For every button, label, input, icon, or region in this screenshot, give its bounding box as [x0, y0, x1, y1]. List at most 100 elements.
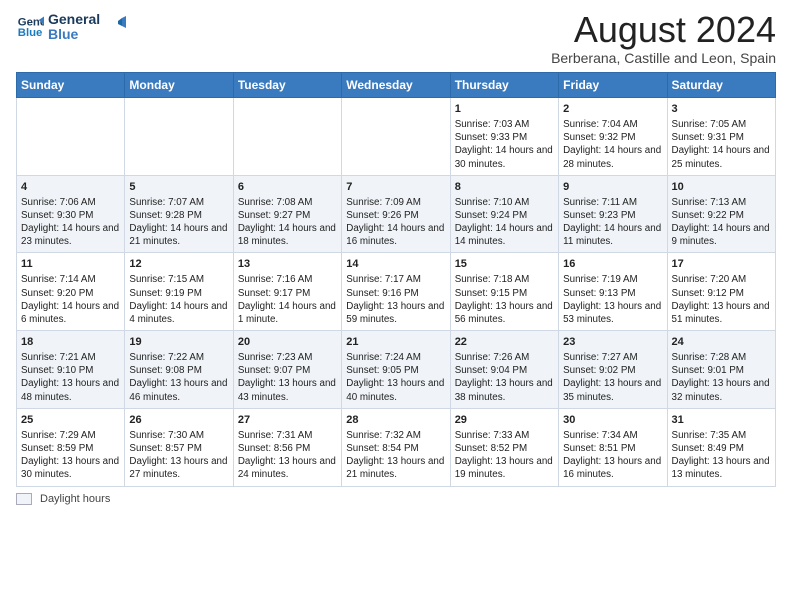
- day-number: 30: [563, 413, 662, 428]
- day-number: 12: [129, 257, 228, 272]
- legend-label: Daylight hours: [40, 493, 110, 505]
- cell-4-4: 29Sunrise: 7:33 AM Sunset: 8:52 PM Dayli…: [450, 408, 558, 486]
- cell-3-5: 23Sunrise: 7:27 AM Sunset: 9:02 PM Dayli…: [559, 331, 667, 409]
- cell-4-0: 25Sunrise: 7:29 AM Sunset: 8:59 PM Dayli…: [17, 408, 125, 486]
- cell-3-2: 20Sunrise: 7:23 AM Sunset: 9:07 PM Dayli…: [233, 331, 341, 409]
- header-friday: Friday: [559, 73, 667, 98]
- cell-text: Sunrise: 7:10 AM Sunset: 9:24 PM Dayligh…: [455, 196, 554, 249]
- week-row-1: 4Sunrise: 7:06 AM Sunset: 9:30 PM Daylig…: [17, 175, 776, 253]
- day-number: 25: [21, 413, 120, 428]
- day-number: 9: [563, 180, 662, 195]
- logo-general: General: [48, 12, 100, 27]
- header-monday: Monday: [125, 73, 233, 98]
- cell-text: Sunrise: 7:07 AM Sunset: 9:28 PM Dayligh…: [129, 196, 228, 249]
- cell-2-3: 14Sunrise: 7:17 AM Sunset: 9:16 PM Dayli…: [342, 253, 450, 331]
- cell-0-3: [342, 98, 450, 176]
- cell-1-6: 10Sunrise: 7:13 AM Sunset: 9:22 PM Dayli…: [667, 175, 775, 253]
- logo: General Blue General Blue: [16, 12, 126, 43]
- cell-2-0: 11Sunrise: 7:14 AM Sunset: 9:20 PM Dayli…: [17, 253, 125, 331]
- cell-0-6: 3Sunrise: 7:05 AM Sunset: 9:31 PM Daylig…: [667, 98, 775, 176]
- cell-text: Sunrise: 7:32 AM Sunset: 8:54 PM Dayligh…: [346, 429, 445, 482]
- cell-text: Sunrise: 7:15 AM Sunset: 9:19 PM Dayligh…: [129, 273, 228, 326]
- legend-row: Daylight hours: [16, 493, 776, 505]
- cell-1-2: 6Sunrise: 7:08 AM Sunset: 9:27 PM Daylig…: [233, 175, 341, 253]
- day-number: 7: [346, 180, 445, 195]
- cell-text: Sunrise: 7:28 AM Sunset: 9:01 PM Dayligh…: [672, 351, 771, 404]
- day-number: 23: [563, 335, 662, 350]
- cell-text: Sunrise: 7:23 AM Sunset: 9:07 PM Dayligh…: [238, 351, 337, 404]
- cell-text: Sunrise: 7:26 AM Sunset: 9:04 PM Dayligh…: [455, 351, 554, 404]
- cell-2-2: 13Sunrise: 7:16 AM Sunset: 9:17 PM Dayli…: [233, 253, 341, 331]
- day-number: 29: [455, 413, 554, 428]
- day-number: 20: [238, 335, 337, 350]
- cell-0-4: 1Sunrise: 7:03 AM Sunset: 9:33 PM Daylig…: [450, 98, 558, 176]
- cell-text: Sunrise: 7:04 AM Sunset: 9:32 PM Dayligh…: [563, 118, 662, 171]
- day-number: 6: [238, 180, 337, 195]
- day-number: 8: [455, 180, 554, 195]
- day-number: 13: [238, 257, 337, 272]
- cell-4-5: 30Sunrise: 7:34 AM Sunset: 8:51 PM Dayli…: [559, 408, 667, 486]
- day-number: 16: [563, 257, 662, 272]
- header-sunday: Sunday: [17, 73, 125, 98]
- cell-0-0: [17, 98, 125, 176]
- day-number: 2: [563, 102, 662, 117]
- cell-1-3: 7Sunrise: 7:09 AM Sunset: 9:26 PM Daylig…: [342, 175, 450, 253]
- week-row-4: 25Sunrise: 7:29 AM Sunset: 8:59 PM Dayli…: [17, 408, 776, 486]
- header-thursday: Thursday: [450, 73, 558, 98]
- cell-text: Sunrise: 7:11 AM Sunset: 9:23 PM Dayligh…: [563, 196, 662, 249]
- cell-4-6: 31Sunrise: 7:35 AM Sunset: 8:49 PM Dayli…: [667, 408, 775, 486]
- day-number: 11: [21, 257, 120, 272]
- cell-text: Sunrise: 7:18 AM Sunset: 9:15 PM Dayligh…: [455, 273, 554, 326]
- logo-blue: Blue: [48, 27, 100, 42]
- cell-text: Sunrise: 7:29 AM Sunset: 8:59 PM Dayligh…: [21, 429, 120, 482]
- cell-3-6: 24Sunrise: 7:28 AM Sunset: 9:01 PM Dayli…: [667, 331, 775, 409]
- main-title: August 2024: [551, 12, 776, 48]
- day-number: 28: [346, 413, 445, 428]
- day-number: 14: [346, 257, 445, 272]
- logo-wave-icon: [104, 16, 126, 38]
- cell-4-2: 27Sunrise: 7:31 AM Sunset: 8:56 PM Dayli…: [233, 408, 341, 486]
- cell-text: Sunrise: 7:06 AM Sunset: 9:30 PM Dayligh…: [21, 196, 120, 249]
- cell-0-2: [233, 98, 341, 176]
- day-number: 15: [455, 257, 554, 272]
- header-row: General Blue General Blue August 2024 Be…: [16, 12, 776, 66]
- day-number: 21: [346, 335, 445, 350]
- header-row-days: SundayMondayTuesdayWednesdayThursdayFrid…: [17, 73, 776, 98]
- header-tuesday: Tuesday: [233, 73, 341, 98]
- legend-box: [16, 493, 32, 505]
- cell-text: Sunrise: 7:27 AM Sunset: 9:02 PM Dayligh…: [563, 351, 662, 404]
- page: General Blue General Blue August 2024 Be…: [0, 0, 792, 612]
- day-number: 17: [672, 257, 771, 272]
- cell-text: Sunrise: 7:17 AM Sunset: 9:16 PM Dayligh…: [346, 273, 445, 326]
- cell-text: Sunrise: 7:09 AM Sunset: 9:26 PM Dayligh…: [346, 196, 445, 249]
- cell-3-4: 22Sunrise: 7:26 AM Sunset: 9:04 PM Dayli…: [450, 331, 558, 409]
- day-number: 31: [672, 413, 771, 428]
- cell-text: Sunrise: 7:19 AM Sunset: 9:13 PM Dayligh…: [563, 273, 662, 326]
- cell-text: Sunrise: 7:33 AM Sunset: 8:52 PM Dayligh…: [455, 429, 554, 482]
- week-row-3: 18Sunrise: 7:21 AM Sunset: 9:10 PM Dayli…: [17, 331, 776, 409]
- cell-text: Sunrise: 7:31 AM Sunset: 8:56 PM Dayligh…: [238, 429, 337, 482]
- day-number: 1: [455, 102, 554, 117]
- day-number: 4: [21, 180, 120, 195]
- cell-text: Sunrise: 7:35 AM Sunset: 8:49 PM Dayligh…: [672, 429, 771, 482]
- cell-text: Sunrise: 7:30 AM Sunset: 8:57 PM Dayligh…: [129, 429, 228, 482]
- cell-2-4: 15Sunrise: 7:18 AM Sunset: 9:15 PM Dayli…: [450, 253, 558, 331]
- cell-1-4: 8Sunrise: 7:10 AM Sunset: 9:24 PM Daylig…: [450, 175, 558, 253]
- week-row-0: 1Sunrise: 7:03 AM Sunset: 9:33 PM Daylig…: [17, 98, 776, 176]
- cell-3-1: 19Sunrise: 7:22 AM Sunset: 9:08 PM Dayli…: [125, 331, 233, 409]
- cell-1-0: 4Sunrise: 7:06 AM Sunset: 9:30 PM Daylig…: [17, 175, 125, 253]
- logo-icon: General Blue: [16, 13, 44, 41]
- header-saturday: Saturday: [667, 73, 775, 98]
- day-number: 3: [672, 102, 771, 117]
- title-block: August 2024 Berberana, Castille and Leon…: [551, 12, 776, 66]
- cell-2-6: 17Sunrise: 7:20 AM Sunset: 9:12 PM Dayli…: [667, 253, 775, 331]
- cell-4-3: 28Sunrise: 7:32 AM Sunset: 8:54 PM Dayli…: [342, 408, 450, 486]
- cell-text: Sunrise: 7:22 AM Sunset: 9:08 PM Dayligh…: [129, 351, 228, 404]
- cell-1-1: 5Sunrise: 7:07 AM Sunset: 9:28 PM Daylig…: [125, 175, 233, 253]
- day-number: 5: [129, 180, 228, 195]
- cell-text: Sunrise: 7:24 AM Sunset: 9:05 PM Dayligh…: [346, 351, 445, 404]
- day-number: 18: [21, 335, 120, 350]
- cell-3-0: 18Sunrise: 7:21 AM Sunset: 9:10 PM Dayli…: [17, 331, 125, 409]
- cell-text: Sunrise: 7:08 AM Sunset: 9:27 PM Dayligh…: [238, 196, 337, 249]
- header-wednesday: Wednesday: [342, 73, 450, 98]
